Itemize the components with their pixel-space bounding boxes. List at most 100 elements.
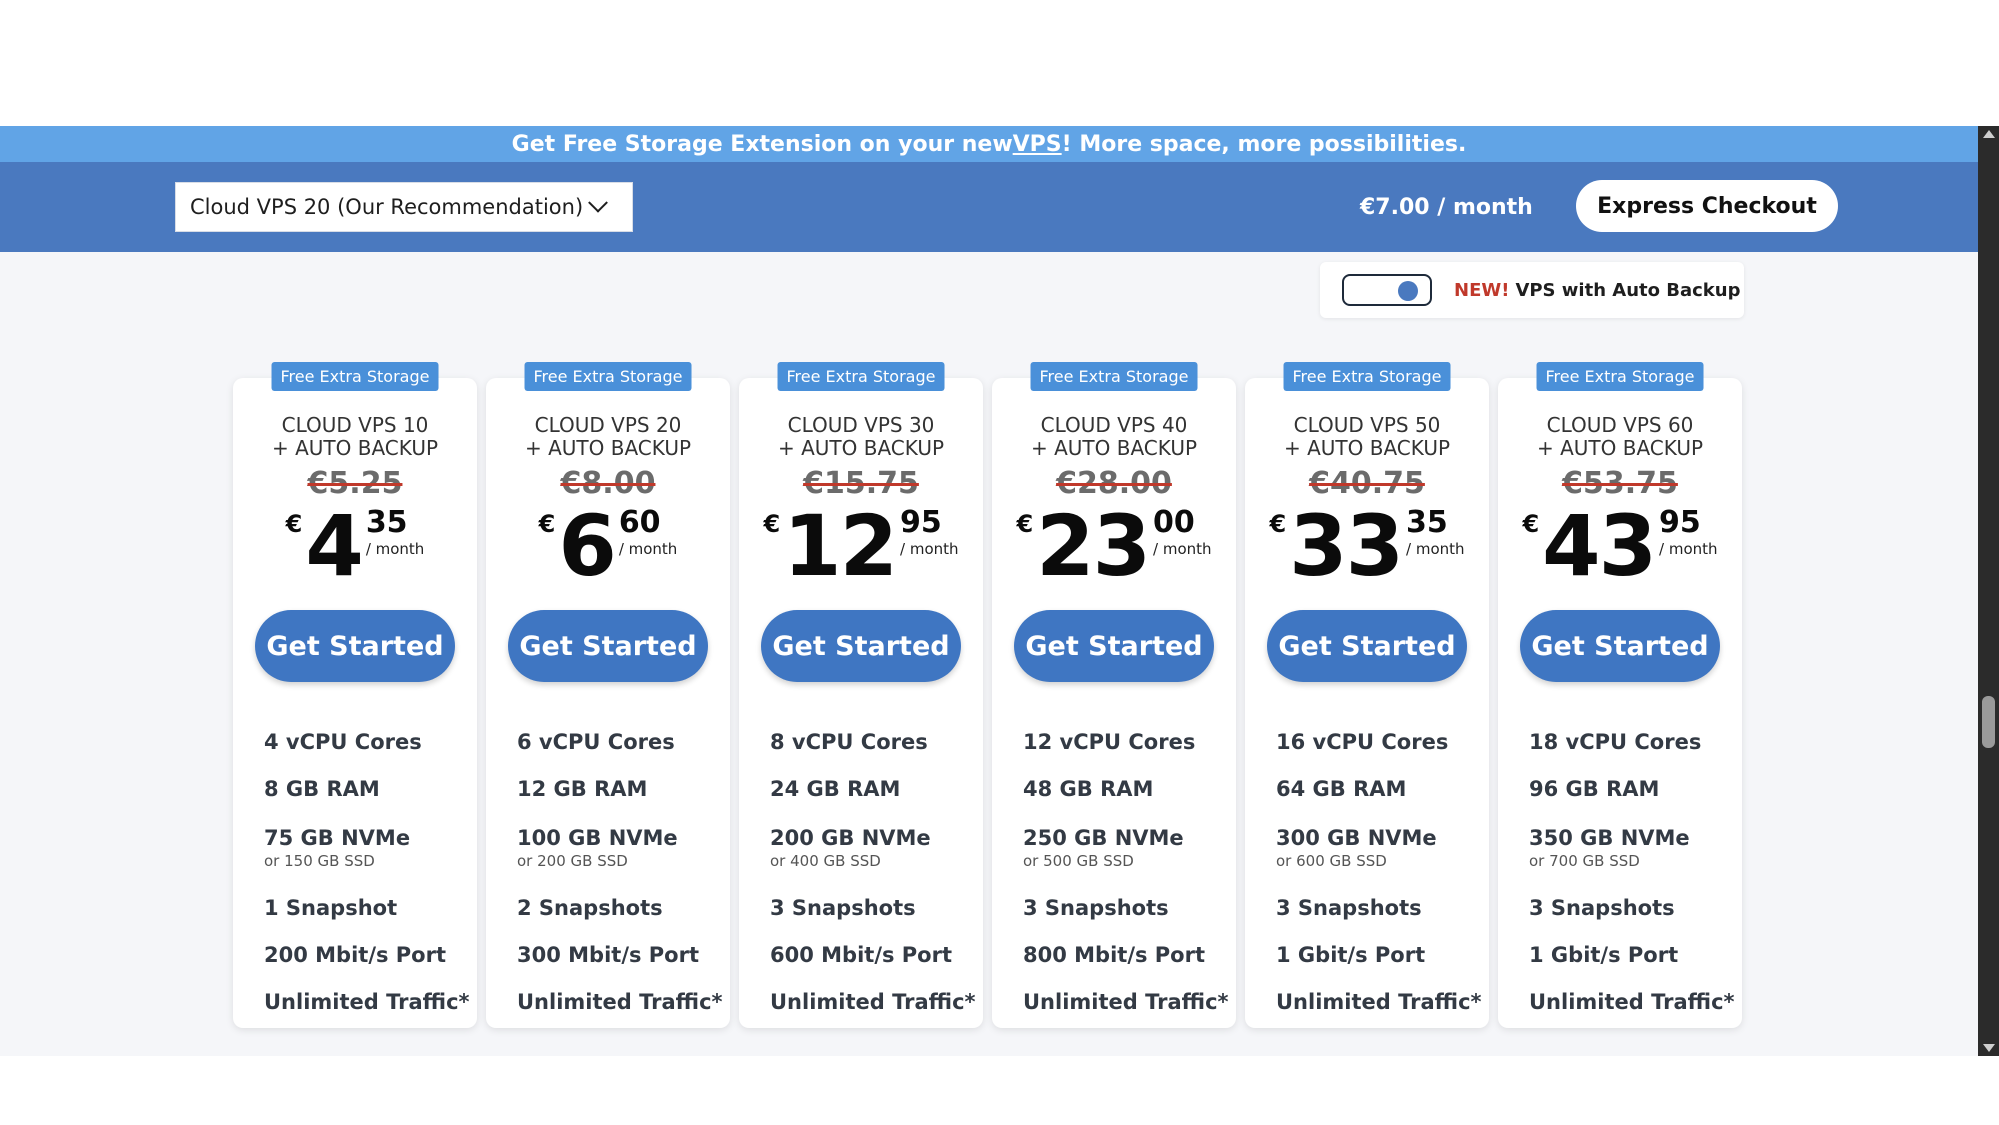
vertical-scrollbar[interactable] — [1978, 126, 1999, 1056]
price-period: / month — [900, 540, 959, 558]
old-price: €53.75 — [1562, 466, 1678, 501]
scroll-thumb[interactable] — [1982, 696, 1995, 748]
price-fraction-group: 95 / month — [900, 505, 959, 559]
old-price: €28.00 — [1056, 466, 1172, 501]
feature-storage: 100 GB NVMe or 200 GB SSD — [517, 812, 720, 884]
feature-list: 6 vCPU Cores 12 GB RAM 100 GB NVMe or 20… — [517, 718, 723, 1025]
get-started-button[interactable]: Get Started — [255, 610, 455, 682]
old-price: €8.00 — [560, 466, 656, 501]
old-price: €15.75 — [803, 466, 919, 501]
currency-symbol: € — [763, 510, 781, 538]
feature-ram: 96 GB RAM — [1529, 776, 1660, 801]
price-fraction-group: 00 / month — [1153, 506, 1212, 559]
scroll-down-arrow-icon[interactable] — [1983, 1044, 1995, 1052]
price-whole: 33 — [1289, 497, 1404, 595]
promo-banner: Get Free Storage Extension on your new V… — [0, 126, 1978, 162]
feature-snapshots: 3 Snapshots — [770, 895, 916, 920]
price-whole: 23 — [1036, 497, 1151, 595]
feature-snapshots: 3 Snapshots — [1276, 895, 1422, 920]
currency-symbol: € — [1269, 510, 1287, 538]
auto-backup-toggle[interactable] — [1342, 274, 1432, 306]
feature-ram: 64 GB RAM — [1276, 776, 1407, 801]
feature-storage-ssd: or 600 GB SSD — [1276, 852, 1387, 870]
feature-list: 4 vCPU Cores 8 GB RAM 75 GB NVMe or 150 … — [264, 718, 470, 1025]
price-fraction-group: 35 / month — [365, 505, 425, 559]
feature-snapshots: 3 Snapshots — [1529, 895, 1675, 920]
feature-snapshots: 3 Snapshots — [1023, 895, 1169, 920]
plan-card: Free Extra Storage CLOUD VPS 50 + AUTO B… — [1245, 362, 1489, 1028]
price-period: / month — [1406, 540, 1465, 558]
feature-storage-ssd: or 400 GB SSD — [770, 852, 881, 870]
feature-list: 16 vCPU Cores 64 GB RAM 300 GB NVMe or 6… — [1276, 718, 1482, 1025]
feature-storage-ssd: or 150 GB SSD — [264, 852, 375, 870]
current-price: € 43 95 / month — [1498, 504, 1742, 588]
plan-dropdown-value: Cloud VPS 20 (Our Recommendation) — [190, 195, 584, 219]
plan-name-line1: CLOUD VPS 60 — [1546, 413, 1694, 437]
price-fraction-group: 35 / month — [1406, 505, 1465, 559]
feature-list: 8 vCPU Cores 24 GB RAM 200 GB NVMe or 40… — [770, 718, 976, 1025]
plan-name: CLOUD VPS 30 + AUTO BACKUP — [739, 414, 983, 460]
feature-storage-ssd: or 500 GB SSD — [1023, 852, 1134, 870]
toggle-knob — [1398, 281, 1418, 301]
feature-storage-nvme: 300 GB NVMe — [1276, 826, 1437, 850]
price-cents: 35 — [1406, 505, 1448, 540]
free-storage-badge: Free Extra Storage — [1536, 362, 1704, 391]
feature-cpu: 12 vCPU Cores — [1023, 729, 1196, 754]
plan-selection-bar: Cloud VPS 20 (Our Recommendation) €7.00 … — [0, 162, 1978, 252]
get-started-button[interactable]: Get Started — [1267, 610, 1467, 682]
price-cents: 35 — [365, 505, 408, 540]
express-checkout-button[interactable]: Express Checkout — [1576, 180, 1838, 232]
plan-name: CLOUD VPS 20 + AUTO BACKUP — [486, 414, 730, 460]
feature-storage: 250 GB NVMe or 500 GB SSD — [1023, 812, 1226, 884]
feature-traffic: Unlimited Traffic* — [770, 989, 976, 1014]
free-storage-badge: Free Extra Storage — [271, 362, 439, 391]
feature-cpu: 4 vCPU Cores — [264, 729, 422, 754]
current-price: € 23 00 / month — [992, 497, 1236, 595]
get-started-button[interactable]: Get Started — [508, 610, 708, 682]
plan-name-line2: + AUTO BACKUP — [524, 436, 692, 460]
plan-name: CLOUD VPS 60 + AUTO BACKUP — [1498, 414, 1742, 460]
new-tag: NEW! — [1454, 279, 1510, 301]
feature-storage-nvme: 350 GB NVMe — [1529, 826, 1690, 850]
price-period: / month — [1659, 540, 1718, 558]
auto-backup-toggle-box: NEW! VPS with Auto Backup — [1320, 262, 1744, 318]
chevron-down-icon — [588, 192, 609, 213]
current-price: € 6 60 / month — [486, 497, 730, 595]
feature-port: 300 Mbit/s Port — [517, 942, 700, 967]
feature-storage-nvme: 75 GB NVMe — [264, 826, 411, 850]
feature-cpu: 18 vCPU Cores — [1529, 729, 1702, 754]
plan-name-line1: CLOUD VPS 50 — [1293, 413, 1441, 437]
feature-traffic: Unlimited Traffic* — [1023, 989, 1229, 1014]
scroll-up-arrow-icon[interactable] — [1983, 130, 1995, 138]
price-fraction-group: 95 / month — [1659, 506, 1718, 559]
plan-card: Free Extra Storage CLOUD VPS 10 + AUTO B… — [233, 362, 477, 1028]
price-whole: 6 — [558, 497, 616, 595]
plan-dropdown[interactable]: Cloud VPS 20 (Our Recommendation) — [175, 182, 633, 232]
get-started-button[interactable]: Get Started — [761, 610, 961, 682]
feature-cpu: 8 vCPU Cores — [770, 729, 928, 754]
currency-symbol: € — [1016, 510, 1034, 538]
plan-name-line2: + AUTO BACKUP — [1536, 436, 1704, 460]
get-started-button[interactable]: Get Started — [1014, 610, 1214, 682]
plan-name-line2: + AUTO BACKUP — [1030, 436, 1198, 460]
promo-vps-link[interactable]: VPS — [1013, 132, 1062, 157]
feature-traffic: Unlimited Traffic* — [1529, 989, 1735, 1014]
feature-ram: 24 GB RAM — [770, 776, 901, 801]
free-storage-badge: Free Extra Storage — [777, 362, 945, 391]
feature-ram: 12 GB RAM — [517, 776, 648, 801]
plan-name-line1: CLOUD VPS 20 — [534, 413, 682, 437]
feature-storage-nvme: 200 GB NVMe — [770, 826, 931, 850]
get-started-button[interactable]: Get Started — [1520, 610, 1720, 682]
old-price: €5.25 — [307, 466, 403, 501]
page-viewport: Get Free Storage Extension on your new V… — [0, 126, 1978, 1056]
plan-card: Free Extra Storage CLOUD VPS 40 + AUTO B… — [992, 362, 1236, 1028]
free-storage-badge: Free Extra Storage — [1030, 362, 1198, 391]
currency-symbol: € — [1522, 510, 1540, 538]
feature-list: 18 vCPU Cores 96 GB RAM 350 GB NVMe or 7… — [1529, 718, 1735, 1025]
plan-card: Free Extra Storage CLOUD VPS 30 + AUTO B… — [739, 362, 983, 1028]
free-storage-badge: Free Extra Storage — [1283, 362, 1451, 391]
plan-name-line2: + AUTO BACKUP — [271, 436, 439, 460]
plan-card: Free Extra Storage CLOUD VPS 60 + AUTO B… — [1498, 362, 1742, 1028]
price-cents: 95 — [900, 505, 942, 540]
feature-storage-ssd: or 700 GB SSD — [1529, 852, 1640, 870]
